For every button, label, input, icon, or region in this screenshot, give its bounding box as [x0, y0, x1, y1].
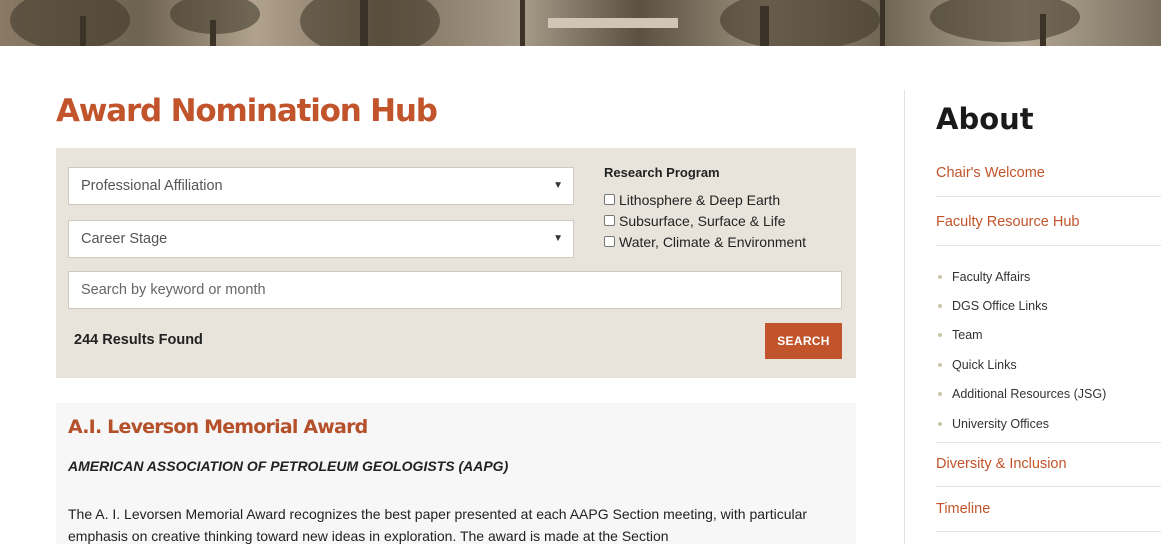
checkbox[interactable]	[604, 194, 615, 205]
sidebar-sub-item-label: University Offices	[952, 416, 1050, 431]
about-sidebar: About Chair's Welcome Faculty Resource H…	[904, 90, 1161, 544]
affiliation-select[interactable]: Professional Affiliation ▼	[68, 167, 574, 205]
sidebar-sub-item-label: Team	[952, 328, 983, 343]
result-card: A.I. Leverson Memorial Award AMERICAN AS…	[56, 403, 856, 544]
divider	[936, 486, 1161, 487]
divider	[936, 196, 1161, 197]
sidebar-sub-item-label: Faculty Affairs	[952, 269, 1031, 284]
results-count: 244 Results Found	[74, 332, 203, 348]
research-program-option-label: Water, Climate & Environment	[619, 233, 806, 250]
sidebar-sub-item-label: DGS Office Links	[952, 299, 1048, 314]
affiliation-select-value: Professional Affiliation	[81, 178, 223, 194]
career-stage-select[interactable]: Career Stage ▼	[68, 220, 574, 258]
sidebar-sub-item[interactable]: Quick Links	[936, 350, 1106, 379]
research-program-options: Lithosphere & Deep Earth Subsurface, Sur…	[604, 189, 806, 252]
sidebar-sub-item-label: Additional Resources (JSG)	[952, 387, 1107, 402]
sidebar-sub-item[interactable]: DGS Office Links	[936, 291, 1106, 320]
search-input[interactable]: Search by keyword or month	[68, 271, 842, 309]
search-input-placeholder: Search by keyword or month	[81, 282, 266, 298]
research-program-label: Research Program	[604, 165, 720, 180]
sidebar-link-chairs-welcome[interactable]: Chair's Welcome	[936, 165, 1045, 181]
bullet-icon	[938, 362, 942, 367]
result-organization: AMERICAN ASSOCIATION OF PETROLEUM GEOLOG…	[68, 458, 509, 474]
sidebar-title: About	[936, 102, 1034, 136]
chevron-down-icon: ▼	[553, 180, 563, 191]
main-content: Award Nomination Hub Professional Affili…	[56, 88, 856, 544]
research-program-option[interactable]: Subsurface, Surface & Life	[604, 210, 806, 231]
research-program-option-label: Subsurface, Surface & Life	[619, 212, 786, 229]
bullet-icon	[938, 274, 942, 279]
chevron-down-icon: ▼	[553, 233, 563, 244]
bullet-icon	[938, 304, 942, 309]
search-button[interactable]: SEARCH	[765, 323, 842, 359]
research-program-option-label: Lithosphere & Deep Earth	[619, 191, 781, 208]
result-title-link[interactable]: A.I. Leverson Memorial Award	[68, 416, 368, 438]
sidebar-link-diversity-inclusion[interactable]: Diversity & Inclusion	[936, 456, 1067, 472]
career-stage-select-value: Career Stage	[81, 231, 168, 247]
sidebar-sub-item-label: Quick Links	[952, 357, 1017, 372]
sidebar-sub-item[interactable]: University Offices	[936, 409, 1106, 438]
page-title: Award Nomination Hub	[56, 93, 438, 129]
sidebar-sub-item[interactable]: Faculty Affairs	[936, 262, 1106, 291]
filter-panel: Professional Affiliation ▼ Career Stage …	[56, 148, 856, 378]
research-program-option[interactable]: Water, Climate & Environment	[604, 231, 806, 252]
sidebar-sub-item[interactable]: Team	[936, 321, 1106, 350]
divider	[936, 531, 1161, 532]
sidebar-sub-list: Faculty Affairs DGS Office Links Team Qu…	[936, 262, 1106, 438]
sidebar-link-timeline[interactable]: Timeline	[936, 501, 990, 517]
bullet-icon	[938, 333, 942, 338]
result-description: The A. I. Levorsen Memorial Award recogn…	[68, 506, 808, 544]
bullet-icon	[938, 392, 942, 397]
checkbox[interactable]	[604, 215, 615, 226]
divider	[936, 245, 1161, 246]
sidebar-sub-item[interactable]: Additional Resources (JSG)	[936, 380, 1106, 409]
research-program-option[interactable]: Lithosphere & Deep Earth	[604, 189, 806, 210]
divider	[936, 442, 1161, 443]
bullet-icon	[938, 421, 942, 426]
checkbox[interactable]	[604, 236, 615, 247]
header-banner-image	[0, 0, 1161, 46]
sidebar-link-faculty-resource-hub[interactable]: Faculty Resource Hub	[936, 214, 1079, 230]
